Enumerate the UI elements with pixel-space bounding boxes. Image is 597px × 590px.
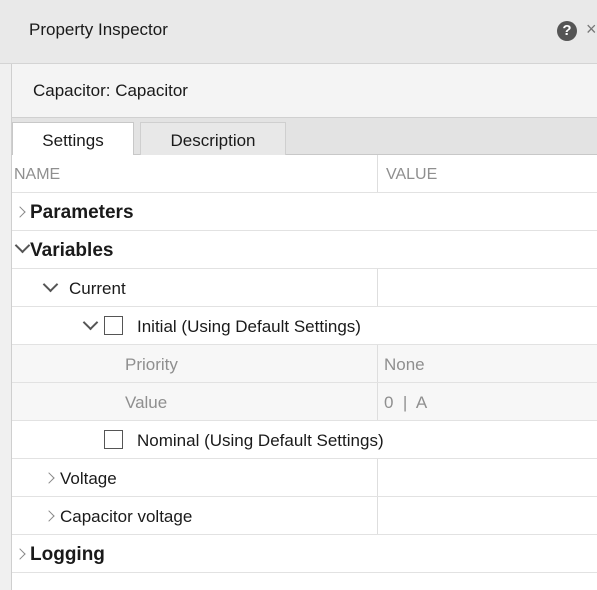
row-priority: Priority None [12,345,597,383]
group-label-parameters: Parameters [30,202,134,223]
initial-checkbox[interactable] [104,316,123,335]
tab-settings[interactable]: Settings [12,122,134,157]
close-icon[interactable]: × [586,19,597,40]
chevron-down-icon[interactable] [42,276,59,293]
help-icon[interactable]: ? [557,21,577,41]
tab-bar: Settings Description [11,117,597,157]
row-current[interactable]: Current [12,269,597,307]
panel-title: Property Inspector [29,20,168,39]
chevron-down-icon[interactable] [82,314,99,331]
chevron-right-icon[interactable] [43,510,55,522]
column-header-name: NAME [14,166,61,183]
row-voltage[interactable]: Voltage [12,459,597,497]
grid-header-row: NAME VALUE [12,155,597,193]
column-header-value: VALUE [386,166,438,183]
property-inspector-window: Property Inspector ? × Capacitor: Capaci… [0,0,597,590]
chevron-right-icon[interactable] [43,472,55,484]
group-label-variables: Variables [30,240,114,261]
priority-value: None [384,355,425,374]
row-initial[interactable]: Initial (Using Default Settings) [12,307,597,345]
row-parameters[interactable]: Parameters [12,193,597,231]
variable-label-current: Current [69,279,126,298]
title-bar: Property Inspector ? × [0,0,597,64]
tab-description[interactable]: Description [140,122,286,156]
chevron-down-icon[interactable] [14,237,31,254]
row-variables[interactable]: Variables [12,231,597,269]
value-label: Value [125,393,168,412]
initial-label: Initial (Using Default Settings) [137,317,361,336]
value-field: 0 | A [384,393,428,412]
block-name-label: Capacitor: Capacitor [33,81,188,100]
row-nominal[interactable]: Nominal (Using Default Settings) [12,421,597,459]
priority-label: Priority [125,355,178,374]
chevron-right-icon[interactable] [14,548,26,560]
nominal-label: Nominal (Using Default Settings) [137,431,384,450]
group-label-logging: Logging [30,544,105,565]
variable-label-capacitor-voltage: Capacitor voltage [60,507,193,526]
row-logging[interactable]: Logging [12,535,597,573]
row-value: Value 0 | A [12,383,597,421]
property-grid: NAME VALUE Parameters Variables Current … [11,155,597,590]
block-context-header: Capacitor: Capacitor [11,64,597,117]
variable-label-voltage: Voltage [60,469,117,488]
chevron-right-icon[interactable] [14,206,26,218]
nominal-checkbox[interactable] [104,430,123,449]
row-capacitor-voltage[interactable]: Capacitor voltage [12,497,597,535]
